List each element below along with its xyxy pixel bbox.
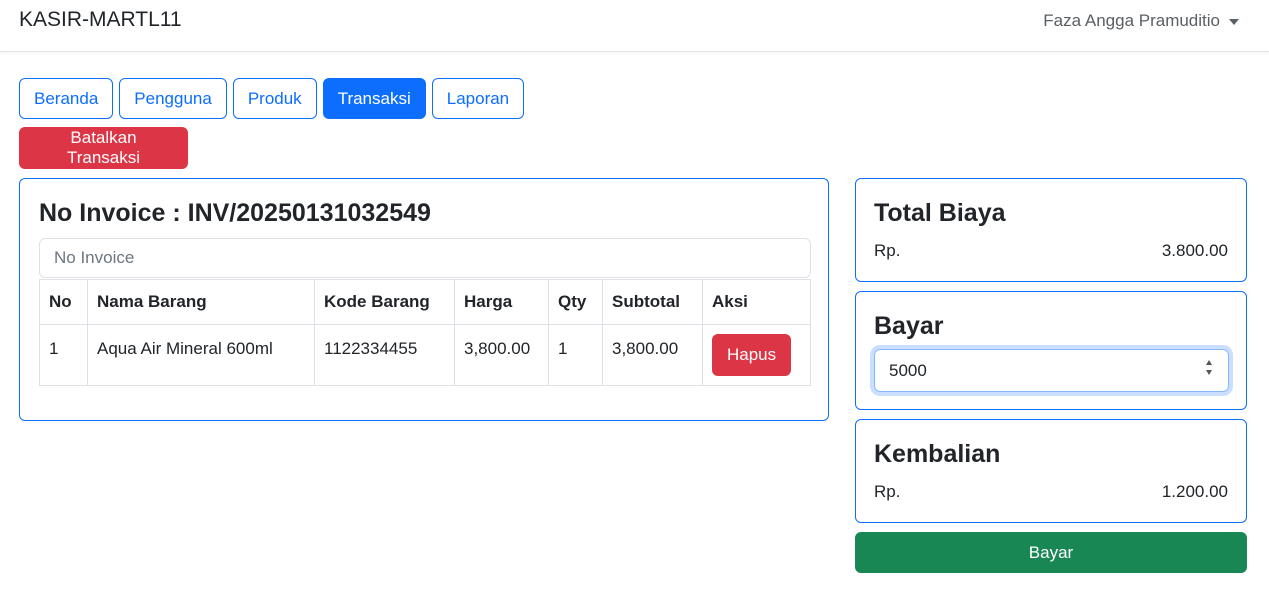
brand-title[interactable]: KASIR-MARTL11	[19, 8, 182, 32]
col-harga-header: Harga	[454, 279, 549, 325]
bayar-input[interactable]: 5000	[874, 349, 1229, 392]
nav-beranda-button[interactable]: Beranda	[19, 78, 114, 119]
nav-transaksi-button[interactable]: Transaksi	[322, 78, 426, 119]
nav-laporan-button[interactable]: Laporan	[431, 78, 525, 119]
bayar-card: Bayar 5000	[855, 291, 1247, 410]
total-card: Total Biaya Rp. 3.800.00	[855, 178, 1247, 282]
bayar-input-value: 5000	[889, 360, 927, 380]
cell-aksi: Hapus	[702, 324, 811, 386]
navbar: KASIR-MARTL11 Faza Angga Pramuditio	[0, 0, 1269, 52]
caret-down-icon	[1229, 19, 1239, 25]
invoice-input[interactable]: No Invoice	[39, 238, 811, 278]
table-header-row: No Nama Barang Kode Barang Harga Qty Sub…	[39, 279, 811, 325]
user-menu-dropdown[interactable]: Faza Angga Pramuditio	[1043, 11, 1239, 31]
kembalian-card: Kembalian Rp. 1.200.00	[855, 419, 1247, 523]
col-subtotal-header: Subtotal	[602, 279, 703, 325]
cell-nama: Aqua Air Mineral 600ml	[87, 324, 315, 386]
col-no-header: No	[39, 279, 88, 325]
cell-kode: 1122334455	[314, 324, 455, 386]
col-aksi-header: Aksi	[702, 279, 811, 325]
kembalian-value: 1.200.00	[1161, 482, 1228, 501]
bayar-title: Bayar	[874, 312, 944, 340]
spin-down-icon[interactable]	[1206, 370, 1212, 375]
hapus-button[interactable]: Hapus	[712, 334, 792, 376]
invoice-title: No Invoice : INV/20250131032549	[39, 199, 431, 227]
col-nama-header: Nama Barang	[87, 279, 315, 325]
total-title: Total Biaya	[874, 199, 1006, 227]
cell-no: 1	[39, 324, 88, 386]
nav-pengguna-button[interactable]: Pengguna	[119, 78, 227, 119]
col-kode-header: Kode Barang	[314, 279, 455, 325]
kembalian-currency: Rp.	[874, 482, 901, 501]
main-nav: Beranda Pengguna Produk Transaksi Lapora…	[19, 78, 525, 119]
cell-harga: 3,800.00	[454, 324, 549, 386]
cart-table: No Nama Barang Kode Barang Harga Qty Sub…	[39, 279, 811, 386]
cell-subtotal: 3,800.00	[602, 324, 703, 386]
total-value: 3.800.00	[1161, 241, 1228, 260]
kembalian-title: Kembalian	[874, 440, 1001, 468]
table-row: 1 Aqua Air Mineral 600ml 1122334455 3,80…	[39, 324, 811, 386]
cell-qty: 1	[548, 324, 603, 386]
spin-up-icon[interactable]	[1206, 360, 1212, 365]
number-spinner[interactable]	[1206, 360, 1212, 375]
nav-produk-button[interactable]: Produk	[232, 78, 317, 119]
invoice-card: No Invoice : INV/20250131032549 No Invoi…	[19, 178, 829, 421]
col-qty-header: Qty	[548, 279, 603, 325]
cancel-transaction-button[interactable]: Batalkan Transaksi	[19, 127, 188, 169]
total-currency: Rp.	[874, 241, 901, 260]
pay-button[interactable]: Bayar	[855, 532, 1247, 573]
user-name: Faza Angga Pramuditio	[1043, 11, 1220, 30]
